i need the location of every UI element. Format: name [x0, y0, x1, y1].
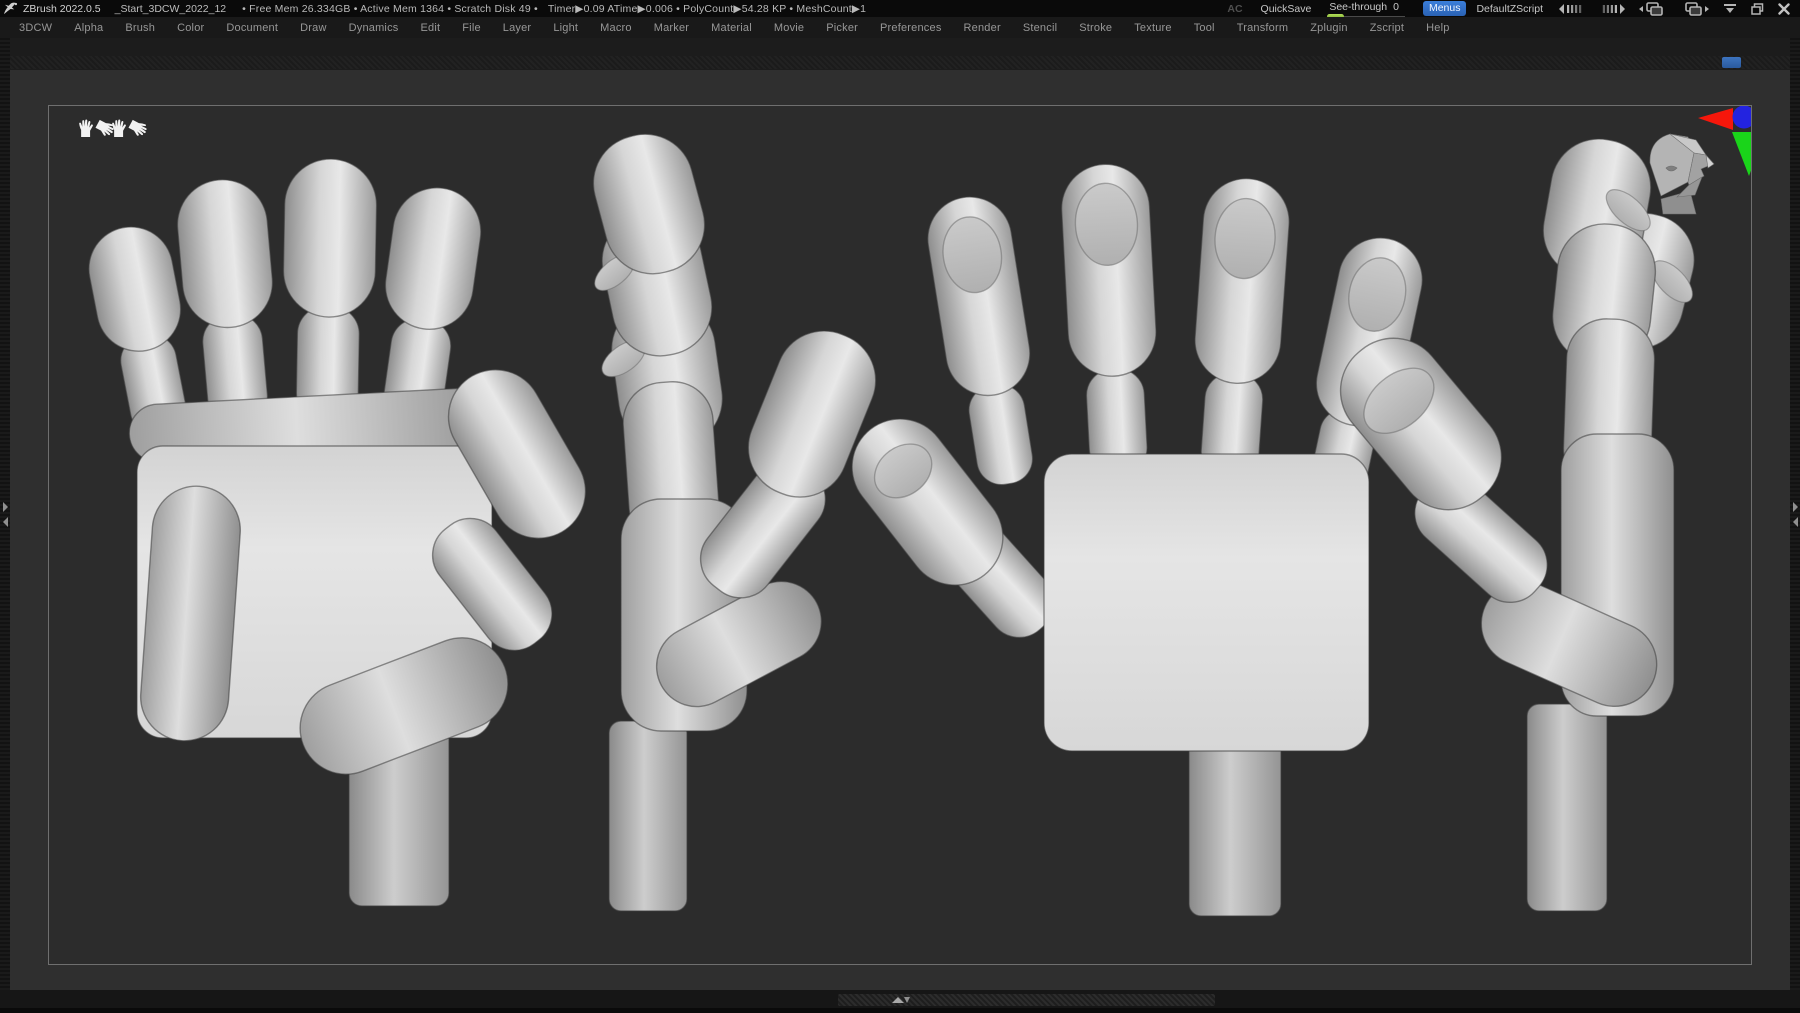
right-tray-toggle-icon[interactable]: [1790, 500, 1800, 530]
menu-tool[interactable]: Tool: [1183, 22, 1226, 34]
menu-preferences[interactable]: Preferences: [869, 22, 953, 34]
mini-hand-stamps: [79, 118, 149, 138]
menu-color[interactable]: Color: [166, 22, 215, 34]
horizontal-scrollbar-track[interactable]: [0, 56, 1800, 69]
menu-alpha[interactable]: Alpha: [63, 22, 114, 34]
title-bar: ZBrush 2022.0.5 _Start_3DCW_2022_12 • Fr…: [0, 0, 1800, 17]
cycle-ui-right-icon[interactable]: [1681, 2, 1709, 16]
menu-picker[interactable]: Picker: [815, 22, 869, 34]
close-window-icon[interactable]: [1778, 3, 1790, 15]
shrink-ui-right-icon[interactable]: [1599, 3, 1625, 15]
see-through-slider[interactable]: See-through 0: [1327, 0, 1405, 17]
menu-edit[interactable]: Edit: [409, 22, 451, 34]
tray-toggle-arrows-icon[interactable]: [884, 995, 918, 1005]
zbrush-logo-icon: [3, 2, 18, 15]
hand-model-side-view-a: [578, 123, 891, 911]
sculpt-scene: [49, 106, 1751, 964]
perf-stats: Timer▶0.09 ATime▶0.006 • PolyCount▶54.28…: [548, 3, 866, 15]
ac-indicator: AC: [1227, 3, 1242, 15]
menu-layer[interactable]: Layer: [492, 22, 543, 34]
menu-3dcw[interactable]: 3DCW: [8, 22, 63, 34]
menu-zscript[interactable]: Zscript: [1359, 22, 1415, 34]
menu-file[interactable]: File: [451, 22, 492, 34]
document-viewport[interactable]: [48, 105, 1752, 965]
window-bottom-edge: [0, 1008, 1800, 1013]
restore-window-icon[interactable]: [1751, 3, 1764, 15]
menu-movie[interactable]: Movie: [763, 22, 815, 34]
menu-zplugin[interactable]: Zplugin: [1299, 22, 1358, 34]
camera-head-gizmo[interactable]: [1650, 134, 1714, 214]
hand-model-back-view: [833, 162, 1430, 916]
right-tray-divider[interactable]: [1790, 38, 1800, 990]
axis-x-arrow-icon: [1698, 108, 1733, 130]
menu-transform[interactable]: Transform: [1226, 22, 1300, 34]
menu-marker[interactable]: Marker: [643, 22, 700, 34]
cycle-ui-left-icon[interactable]: [1639, 2, 1667, 16]
left-tray-divider[interactable]: [0, 38, 10, 990]
axis-y-arrow-icon: [1732, 132, 1751, 176]
menu-document[interactable]: Document: [215, 22, 289, 34]
top-scroll-area: [0, 38, 1800, 70]
quicksave-button[interactable]: QuickSave: [1261, 3, 1312, 15]
menus-toggle-button[interactable]: Menus: [1423, 1, 1467, 16]
menu-light[interactable]: Light: [542, 22, 589, 34]
see-through-label: See-through: [1329, 1, 1387, 13]
memory-stats: • Free Mem 26.334GB • Active Mem 1364 • …: [242, 3, 538, 15]
minimize-icon[interactable]: [1723, 3, 1737, 15]
horizontal-scrollbar-thumb[interactable]: [1722, 57, 1741, 68]
menu-draw[interactable]: Draw: [289, 22, 337, 34]
axis-z-dot-icon: [1733, 106, 1752, 129]
menu-macro[interactable]: Macro: [589, 22, 643, 34]
menu-texture[interactable]: Texture: [1123, 22, 1182, 34]
menu-help[interactable]: Help: [1415, 22, 1460, 34]
app-version: ZBrush 2022.0.5: [23, 3, 101, 15]
menu-render[interactable]: Render: [953, 22, 1012, 34]
shrink-ui-left-icon[interactable]: [1559, 3, 1585, 15]
menu-bar: 3DCWAlphaBrushColorDocumentDrawDynamicsE…: [0, 17, 1800, 38]
zbrush-window: ZBrush 2022.0.5 _Start_3DCW_2022_12 • Fr…: [0, 0, 1800, 1013]
default-zscript-button[interactable]: DefaultZScript: [1476, 3, 1543, 15]
document-name: _Start_3DCW_2022_12: [115, 3, 227, 15]
left-tray-toggle-icon[interactable]: [0, 500, 10, 530]
menu-material[interactable]: Material: [700, 22, 763, 34]
hand-model-palm-view: [82, 158, 603, 906]
menu-dynamics[interactable]: Dynamics: [338, 22, 410, 34]
menu-stencil[interactable]: Stencil: [1012, 22, 1068, 34]
bottom-tray-handle[interactable]: [838, 994, 1215, 1006]
menu-stroke[interactable]: Stroke: [1068, 22, 1123, 34]
menu-brush[interactable]: Brush: [114, 22, 166, 34]
see-through-value: 0: [1393, 1, 1399, 13]
